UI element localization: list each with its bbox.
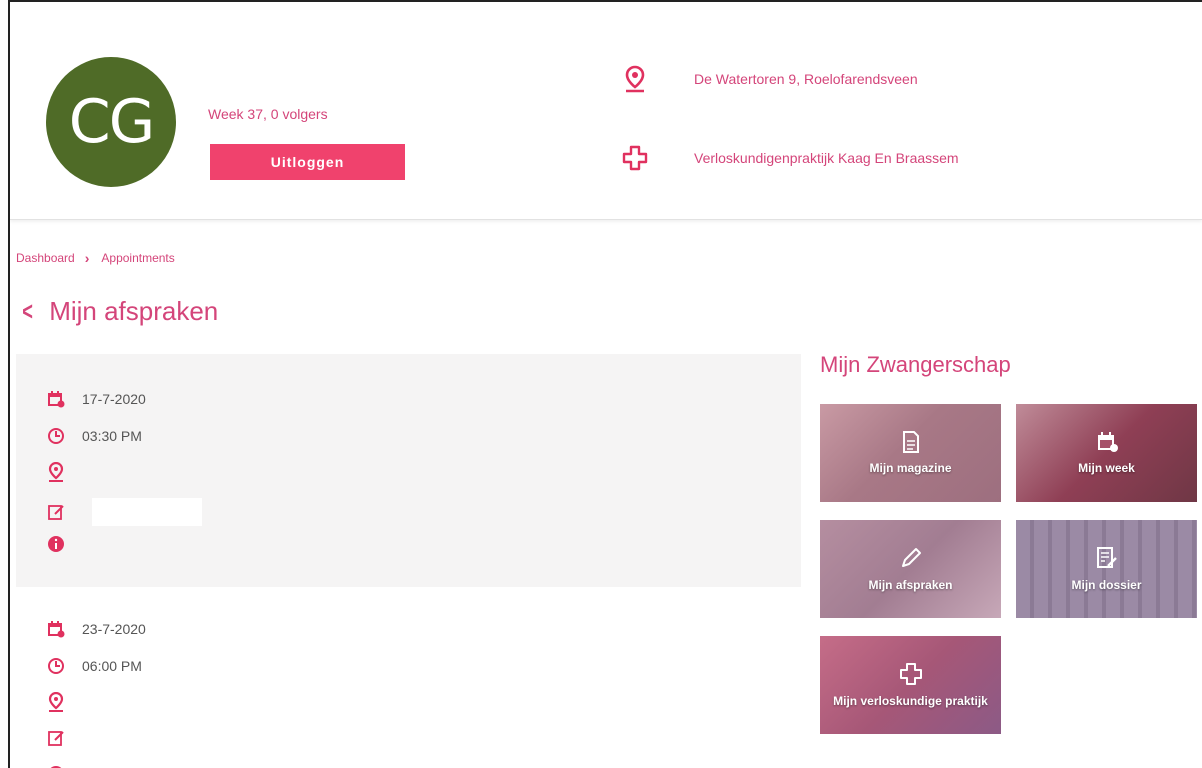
appointment-card: 23-7-2020 06:00 PM [16,587,801,768]
chevron-right-icon: › [84,250,90,266]
tile-mijn-verloskundige-praktijk[interactable]: Mijn verloskundige praktijk [820,636,1001,734]
page-title: Mijn afspraken [49,296,219,326]
avatar: CG [46,57,176,187]
appointment-note-row [46,498,202,526]
page-title-row: < Mijn afspraken [20,296,218,327]
clock-icon [46,426,66,446]
logout-button[interactable]: Uitloggen [210,144,405,180]
location-pin-icon [46,692,66,712]
tile-mijn-magazine[interactable]: Mijn magazine [820,404,1001,502]
tile-label: Mijn afspraken [868,578,953,592]
appointment-time-row: 03:30 PM [46,426,142,446]
edit-icon[interactable] [46,502,66,522]
profile-header: CG Week 37, 0 volgers Uitloggen De Water… [10,2,1202,220]
tile-mijn-afspraken[interactable]: Mijn afspraken [820,520,1001,618]
location-pin-icon [46,462,66,482]
breadcrumb-appointments[interactable]: Appointments [101,251,174,265]
tile-label: Mijn magazine [869,461,952,475]
medical-cross-icon [899,662,923,686]
address-row: De Watertoren 9, Roelofarendsveen [620,64,918,94]
practice-text[interactable]: Verloskundigenpraktijk Kaag En Braassem [694,150,959,166]
appointment-date-row: 23-7-2020 [46,619,146,639]
breadcrumb-dashboard[interactable]: Dashboard [16,251,75,265]
appointment-time: 06:00 PM [82,658,142,674]
appointment-info-row [46,534,82,554]
back-chevron-icon[interactable]: < [22,296,33,327]
appointment-location-row [46,692,82,712]
sidebar-title: Mijn Zwangerschap [820,352,1011,377]
tile-label: Mijn week [1078,461,1135,475]
pencil-icon [899,546,923,570]
breadcrumb: Dashboard › Appointments [16,250,175,266]
edit-icon[interactable] [46,728,66,748]
appointment-date-row: 17-7-2020 [46,389,146,409]
tile-mijn-dossier[interactable]: Mijn dossier [1016,520,1197,618]
appointment-location-row [46,462,82,482]
appointment-info-row [46,764,82,768]
info-icon[interactable] [46,764,66,768]
practice-row: Verloskundigenpraktijk Kaag En Braassem [620,143,959,173]
appointment-note-row [46,728,82,748]
appointment-time-row: 06:00 PM [46,656,142,676]
appointment-time: 03:30 PM [82,428,142,444]
tile-label: Mijn verloskundige praktijk [833,694,988,708]
calendar-icon [1096,431,1118,453]
info-icon[interactable] [46,534,66,554]
appointment-note-field[interactable] [92,498,202,526]
medical-cross-icon [620,143,650,173]
tile-label: Mijn dossier [1071,578,1142,592]
location-pin-icon [620,64,650,94]
appointment-card: 17-7-2020 03:30 PM [16,354,801,587]
calendar-icon [46,619,66,639]
app-frame: CG Week 37, 0 volgers Uitloggen De Water… [8,0,1202,768]
clock-icon [46,656,66,676]
week-followers-text: Week 37, 0 volgers [208,106,328,122]
appointment-date: 17-7-2020 [82,391,146,407]
appointment-date: 23-7-2020 [82,621,146,637]
tile-mijn-week[interactable]: Mijn week [1016,404,1197,502]
calendar-icon [46,389,66,409]
file-edit-icon [1096,546,1118,570]
address-text: De Watertoren 9, Roelofarendsveen [694,71,918,87]
document-icon [902,431,920,453]
